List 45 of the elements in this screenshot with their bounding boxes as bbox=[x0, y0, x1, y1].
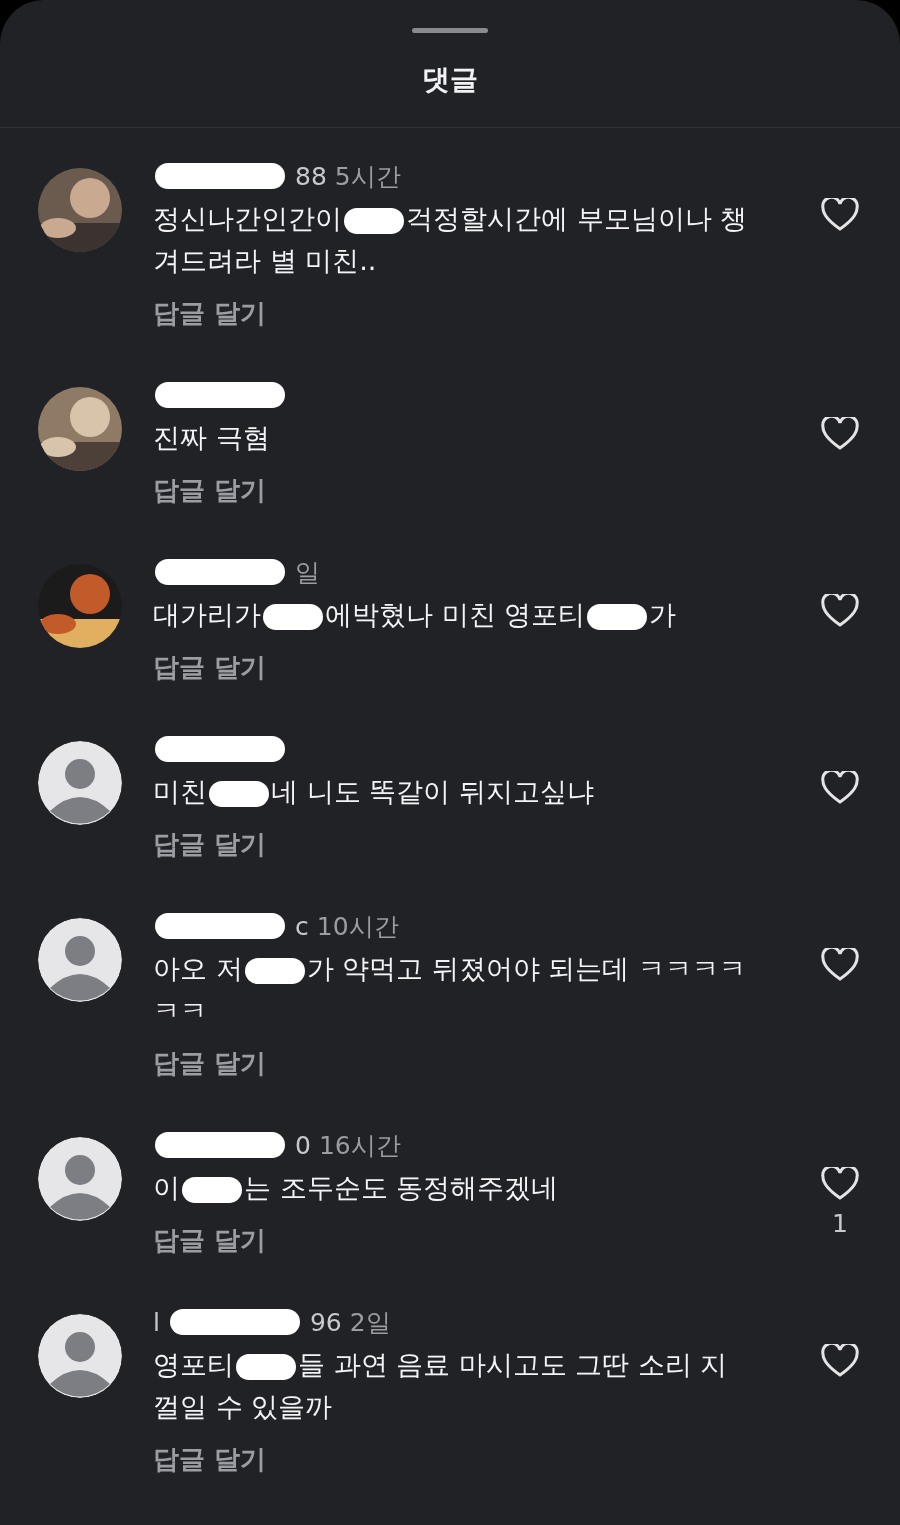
comment-text: 진짜 극혐 bbox=[153, 421, 270, 455]
comment-time: 2일 bbox=[349, 1306, 391, 1339]
redaction-mark bbox=[182, 1176, 242, 1203]
reply-link[interactable]: 답글 달기 bbox=[153, 650, 267, 685]
sheet-title: 댓글 bbox=[422, 62, 478, 98]
heart-icon[interactable] bbox=[821, 1167, 859, 1201]
avatar-icon bbox=[38, 1137, 122, 1221]
redaction-mark bbox=[244, 957, 305, 984]
comment-text: 영포티 들 과연 음료 마시고도 그딴 소리 지껄일 수 있을까 bbox=[153, 1348, 729, 1424]
comment-time: 16시간 bbox=[318, 1129, 401, 1162]
comment-text: 대가리가 에박혔나 미친 영포티 가 bbox=[153, 598, 677, 632]
avatar-icon bbox=[38, 1314, 122, 1398]
username[interactable]: 88 bbox=[295, 161, 327, 191]
reply-link[interactable]: 답글 달기 bbox=[153, 1442, 267, 1477]
comment-text: 아오 저 가 약먹고 뒤졌어야 되는데 ㅋㅋㅋㅋㅋㅋ bbox=[153, 952, 747, 1028]
avatar-icon bbox=[38, 741, 122, 825]
reply-link[interactable]: 답글 달기 bbox=[153, 1046, 267, 1081]
heart-icon[interactable] bbox=[821, 771, 859, 805]
heart-icon[interactable] bbox=[821, 198, 859, 232]
reply-link[interactable]: 답글 달기 bbox=[153, 827, 267, 862]
heart-icon[interactable] bbox=[821, 948, 859, 982]
heart-icon[interactable] bbox=[821, 594, 859, 628]
username[interactable]: l bbox=[153, 1307, 160, 1337]
like-count: 1 bbox=[832, 1209, 848, 1238]
redaction-mark bbox=[263, 603, 323, 630]
avatar-icon bbox=[38, 918, 122, 1002]
comment-text: 미친 네 니도 똑같이 뒤지고싶냐 bbox=[153, 775, 594, 809]
username[interactable]: c bbox=[295, 911, 309, 941]
comment-time: 10시간 bbox=[316, 910, 399, 943]
drag-handle[interactable] bbox=[412, 28, 488, 33]
reply-link[interactable]: 답글 달기 bbox=[153, 1223, 267, 1258]
redaction-mark bbox=[209, 780, 269, 807]
redaction-mark bbox=[236, 1353, 296, 1380]
comment-text: 이 는 조두순도 동정해주겠네 bbox=[153, 1171, 559, 1205]
comment-time: 일 bbox=[295, 556, 320, 589]
reply-link[interactable]: 답글 달기 bbox=[153, 473, 267, 508]
username[interactable]: 0 bbox=[295, 1130, 311, 1160]
comment-text: 정신나간인간이 걱정할시간에 부모님이나 챙겨드려라 별 미친.. bbox=[153, 202, 749, 278]
redaction-mark bbox=[587, 603, 648, 630]
reply-link[interactable]: 답글 달기 bbox=[153, 296, 267, 331]
comment-time: 5시간 bbox=[334, 160, 401, 193]
heart-icon[interactable] bbox=[821, 417, 859, 451]
redaction-mark bbox=[344, 207, 404, 234]
username[interactable]: 96 bbox=[309, 1307, 342, 1337]
heart-icon[interactable] bbox=[821, 1344, 859, 1378]
